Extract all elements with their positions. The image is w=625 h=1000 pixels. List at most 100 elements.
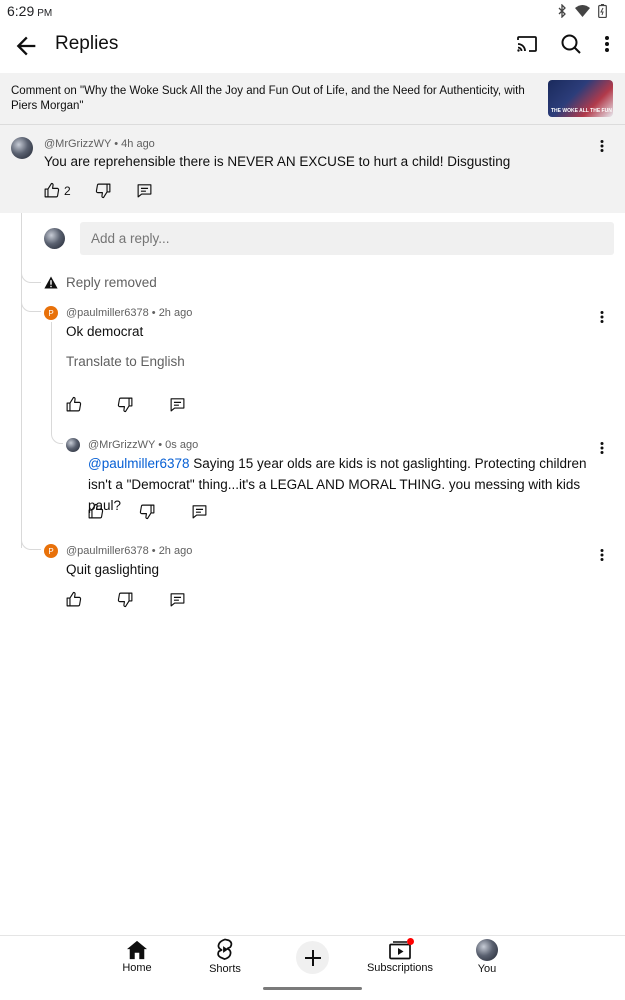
create-button[interactable] bbox=[296, 941, 329, 974]
like-button[interactable] bbox=[65, 396, 82, 413]
like-button[interactable] bbox=[87, 503, 104, 520]
like-count: 2 bbox=[64, 183, 71, 198]
bluetooth-icon bbox=[558, 4, 566, 18]
meta-separator: • bbox=[111, 138, 122, 150]
nav-label: Shorts bbox=[209, 963, 241, 975]
comment-actions bbox=[87, 503, 208, 520]
arrow-back-icon bbox=[16, 36, 36, 56]
comment-text: You are reprehensible there is NEVER AN … bbox=[44, 154, 511, 169]
thumb-up-icon bbox=[44, 182, 60, 198]
like-button[interactable] bbox=[65, 591, 82, 608]
mention-link[interactable]: @paulmiller6378 bbox=[88, 456, 190, 471]
cast-button[interactable] bbox=[515, 32, 539, 61]
thumb-down-icon bbox=[117, 592, 133, 608]
warning-icon bbox=[44, 276, 58, 289]
nav-home[interactable]: Home bbox=[97, 940, 177, 974]
avatar[interactable] bbox=[11, 137, 33, 159]
dislike-button[interactable] bbox=[117, 396, 134, 413]
more-vert-icon bbox=[600, 311, 604, 323]
dislike-button[interactable] bbox=[139, 503, 156, 520]
reply-comment: P @paulmiller6378 • 2h ago Ok democrat T… bbox=[0, 303, 625, 423]
search-icon bbox=[561, 34, 581, 54]
nested-reply-comment: @MrGrizzWY • 0s ago @paulmiller6378 Sayi… bbox=[0, 435, 625, 525]
status-clock: 6:29 bbox=[7, 3, 35, 19]
comment-meta: @MrGrizzWY • 0s ago bbox=[88, 439, 198, 451]
comment-author[interactable]: @paulmiller6378 bbox=[66, 545, 149, 557]
video-reference-text: Comment on "Why the Woke Suck All the Jo… bbox=[11, 85, 525, 112]
comment-meta: @MrGrizzWY • 4h ago bbox=[44, 138, 155, 150]
page-title: Replies bbox=[55, 33, 119, 54]
thumbnail-label: THE WOKE ALL THE FUN bbox=[551, 108, 612, 114]
comment-icon bbox=[192, 505, 207, 519]
dislike-button[interactable] bbox=[117, 591, 134, 608]
thumb-down-icon bbox=[95, 183, 111, 199]
comment-more-button[interactable] bbox=[592, 136, 612, 156]
reply-composer bbox=[40, 222, 615, 256]
thumb-down-icon bbox=[139, 504, 155, 520]
dislike-button[interactable] bbox=[95, 182, 112, 199]
app-actions bbox=[515, 32, 611, 61]
status-time: 6:29 PM bbox=[7, 3, 52, 19]
status-icons bbox=[557, 4, 607, 18]
main-comment: @MrGrizzWY • 4h ago You are reprehensibl… bbox=[0, 125, 625, 213]
wifi-icon bbox=[575, 5, 590, 17]
battery-icon bbox=[598, 4, 607, 18]
comment-more-button[interactable] bbox=[592, 438, 612, 458]
comment-author[interactable]: @MrGrizzWY bbox=[44, 138, 111, 150]
comment-more-button[interactable] bbox=[592, 307, 612, 327]
reply-removed-text: Reply removed bbox=[66, 275, 157, 290]
comment-actions bbox=[65, 396, 186, 413]
back-button[interactable] bbox=[12, 32, 40, 60]
nav-shorts[interactable]: Shorts bbox=[185, 938, 265, 975]
nav-label: Home bbox=[122, 962, 152, 974]
reply-comment: P @paulmiller6378 • 2h ago Quit gaslight… bbox=[0, 541, 625, 616]
bottom-navigation: Home Shorts Subscriptions You bbox=[0, 935, 625, 1000]
thumb-up-icon bbox=[66, 396, 82, 412]
home-icon bbox=[127, 940, 147, 960]
avatar[interactable]: P bbox=[44, 306, 58, 320]
reply-input[interactable] bbox=[80, 222, 614, 255]
subscriptions-icon-wrap bbox=[389, 938, 414, 960]
nav-you[interactable]: You bbox=[447, 939, 527, 975]
meta-separator: • bbox=[148, 307, 159, 319]
shorts-icon bbox=[217, 938, 233, 960]
comment-author[interactable]: @MrGrizzWY bbox=[88, 439, 155, 451]
meta-separator: • bbox=[155, 439, 166, 451]
overflow-menu-button[interactable] bbox=[603, 34, 611, 59]
status-ampm: PM bbox=[37, 8, 53, 19]
more-vert-icon bbox=[600, 549, 604, 561]
comment-time: 2h ago bbox=[158, 545, 193, 557]
meta-separator: • bbox=[148, 545, 159, 557]
comment-time: 4h ago bbox=[121, 138, 155, 150]
avatar[interactable]: P bbox=[44, 544, 58, 558]
comment-more-button[interactable] bbox=[592, 545, 612, 565]
avatar[interactable] bbox=[66, 438, 80, 452]
comment-meta: @paulmiller6378 • 2h ago bbox=[66, 545, 192, 557]
plus-icon bbox=[304, 949, 321, 966]
nav-subscriptions[interactable]: Subscriptions bbox=[360, 938, 440, 974]
reply-button[interactable] bbox=[191, 503, 208, 520]
reply-button[interactable] bbox=[169, 396, 186, 413]
translate-link[interactable]: Translate to English bbox=[66, 351, 185, 372]
home-indicator[interactable] bbox=[263, 987, 362, 990]
comment-author[interactable]: @paulmiller6378 bbox=[66, 307, 149, 319]
reply-button[interactable] bbox=[136, 182, 153, 199]
notification-dot-icon bbox=[407, 938, 414, 945]
video-reference-header[interactable]: Comment on "Why the Woke Suck All the Jo… bbox=[0, 73, 625, 125]
thumb-up-icon bbox=[88, 503, 104, 519]
like-button[interactable]: 2 bbox=[43, 182, 71, 199]
avatar bbox=[476, 939, 498, 961]
search-button[interactable] bbox=[559, 32, 583, 61]
comment-icon bbox=[137, 184, 152, 198]
avatar-letter: P bbox=[48, 546, 54, 556]
app-bar: Replies bbox=[0, 22, 625, 68]
avatar-letter: P bbox=[48, 308, 54, 318]
more-vert-icon bbox=[600, 140, 604, 152]
comment-icon bbox=[170, 593, 185, 607]
nav-label: Subscriptions bbox=[366, 962, 434, 974]
more-vert-icon bbox=[600, 442, 604, 454]
comment-time: 2h ago bbox=[158, 307, 193, 319]
video-thumbnail[interactable]: THE WOKE ALL THE FUN bbox=[548, 80, 613, 117]
comment-actions: 2 bbox=[43, 182, 153, 199]
reply-button[interactable] bbox=[169, 591, 186, 608]
